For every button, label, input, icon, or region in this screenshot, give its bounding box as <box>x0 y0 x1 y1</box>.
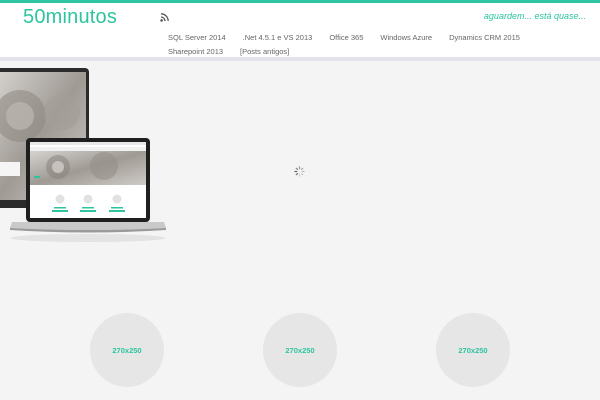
nav-item-dynamics-crm[interactable]: Dynamics CRM 2015 <box>449 33 520 42</box>
site-logo[interactable]: 50minutos <box>23 6 117 29</box>
hero-devices-image <box>0 68 166 242</box>
nav-item-sharepoint[interactable]: Sharepoint 2013 <box>168 47 223 56</box>
thumbnail-placeholder[interactable]: 270x250 <box>436 313 510 387</box>
nav-item-dotnet[interactable]: .Net 4.5.1 e VS 2013 <box>243 33 313 42</box>
nav-item-sql-server[interactable]: SQL Server 2014 <box>168 33 226 42</box>
loading-spinner-icon <box>294 166 305 177</box>
nav-row: Sharepoint 2013 [Posts antigos] <box>162 44 542 58</box>
rss-icon[interactable] <box>160 12 170 22</box>
nav-item-office365[interactable]: Office 365 <box>329 33 363 42</box>
nav-row: SQL Server 2014 .Net 4.5.1 e VS 2013 Off… <box>162 30 542 44</box>
nav-item-old-posts[interactable]: [Posts antigos] <box>240 47 289 56</box>
site-header: 50minutos aguardem... está quase... SQL … <box>0 3 600 61</box>
thumbnail-placeholder[interactable]: 270x250 <box>263 313 337 387</box>
main-navigation: SQL Server 2014 .Net 4.5.1 e VS 2013 Off… <box>162 30 542 58</box>
site-tagline: aguardem... está quase... <box>483 11 586 21</box>
nav-item-azure[interactable]: Windows Azure <box>380 33 432 42</box>
thumbnail-placeholder[interactable]: 270x250 <box>90 313 164 387</box>
